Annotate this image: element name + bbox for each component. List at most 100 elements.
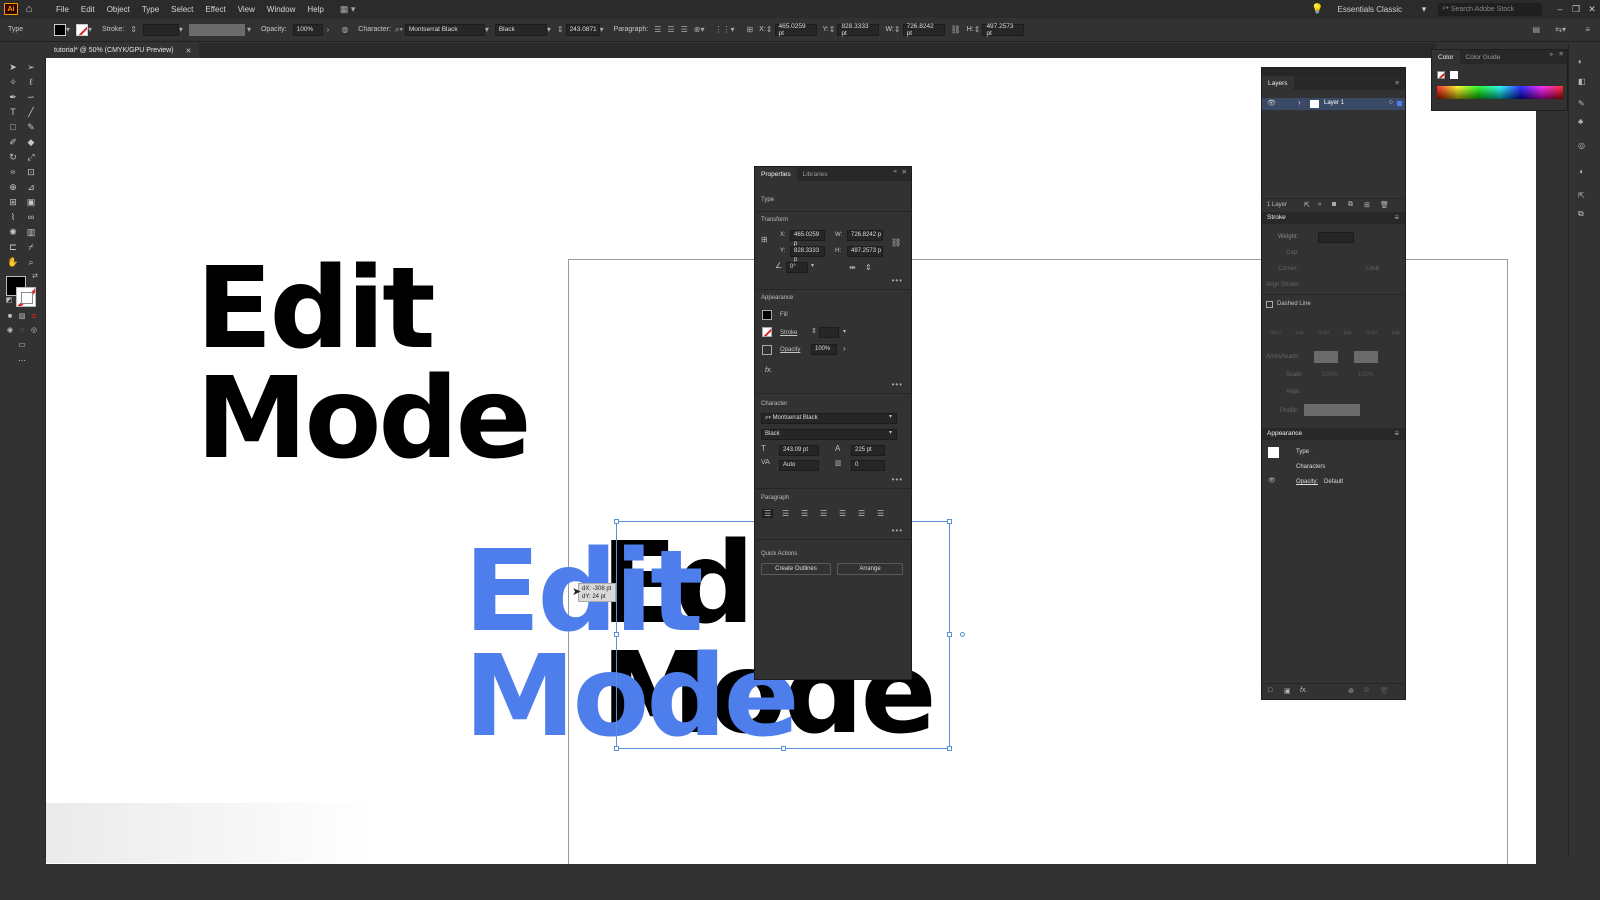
chevron-right-icon[interactable]: › xyxy=(843,344,846,353)
font-style-field[interactable]: Black xyxy=(494,23,547,36)
minimize-icon[interactable]: – xyxy=(1552,4,1568,14)
scale-start-value[interactable]: 100% xyxy=(1322,372,1337,378)
stepper-icon[interactable]: ⇕ xyxy=(130,25,137,34)
font-size-field[interactable]: 243.0871 xyxy=(565,23,600,36)
w-field[interactable]: 726.8242 pt xyxy=(902,23,945,37)
kerning-field[interactable]: Auto xyxy=(779,460,819,471)
tab-color-guide[interactable]: Color Guide xyxy=(1460,50,1507,64)
recolor-icon[interactable]: ◍ xyxy=(341,25,348,34)
arrowhead-end-select[interactable] xyxy=(1354,351,1378,363)
headline-edit-text[interactable]: Edit xyxy=(196,253,436,365)
y-field[interactable]: 828.3333 p xyxy=(790,246,825,263)
collapse-icon[interactable]: » xyxy=(1549,51,1553,58)
stepper-icon[interactable]: ⇕ xyxy=(557,25,564,34)
create-outlines-button[interactable]: Create Outlines xyxy=(761,563,831,575)
h-field[interactable]: 497.2573 pt xyxy=(982,23,1025,37)
scale-end-value[interactable]: 100% xyxy=(1358,372,1373,378)
justify-right-icon[interactable]: ☰ xyxy=(858,509,865,518)
chevron-down-icon[interactable]: ▾ xyxy=(547,25,551,34)
appearance-type-row[interactable]: Type xyxy=(1296,449,1309,455)
menu-icon[interactable]: ≡ xyxy=(1394,429,1399,438)
color-guide-icon[interactable]: ◧ xyxy=(1578,77,1586,86)
scale-tool-icon[interactable]: ⤢ xyxy=(24,151,38,164)
swap-colors-icon[interactable]: ⇄ xyxy=(28,270,42,283)
restore-icon[interactable]: ❐ xyxy=(1568,4,1584,15)
stepper-icon[interactable]: ⇕ xyxy=(894,25,901,34)
delete-icon[interactable]: 🗑 xyxy=(1380,687,1389,695)
opacity-label[interactable]: Opacity xyxy=(780,347,800,353)
eraser-icon[interactable]: ◆ xyxy=(24,136,38,149)
tracking-field[interactable]: 0 xyxy=(851,460,885,471)
tab-properties[interactable]: Properties xyxy=(755,167,797,181)
eye-icon[interactable]: 👁 xyxy=(1267,99,1276,107)
align-left-icon[interactable]: ☰ xyxy=(762,509,774,518)
paintbrush-icon[interactable]: ✎ xyxy=(24,121,38,134)
text-threading-handle[interactable] xyxy=(960,632,965,637)
more-options-icon[interactable]: ••• xyxy=(892,526,903,535)
y-field[interactable]: 828.3333 pt xyxy=(837,23,880,37)
artboards-icon[interactable]: ⧉ xyxy=(1578,209,1584,219)
align-right-icon[interactable]: ☰ xyxy=(801,509,808,518)
align-center-icon[interactable]: ☰ xyxy=(782,509,789,518)
font-size-field[interactable]: 243.09 pt xyxy=(779,445,819,456)
chevron-down-icon[interactable]: ▾ xyxy=(811,262,814,269)
collapse-icon[interactable]: « xyxy=(893,168,897,175)
stepper-icon[interactable]: ⇕ xyxy=(829,25,836,34)
close-icon[interactable]: ✕ xyxy=(1584,4,1600,15)
flip-horizontal-icon[interactable]: ⇹ xyxy=(849,263,856,272)
magic-wand-icon[interactable]: ✧ xyxy=(6,76,20,89)
menu-icon[interactable]: ≡ xyxy=(1559,51,1563,58)
stroke-label[interactable]: Stroke xyxy=(780,330,797,336)
workspace-switcher[interactable]: Essentials Classic xyxy=(1338,5,1402,14)
mesh-tool-icon[interactable]: ⊞ xyxy=(6,196,20,209)
align-objects-icon[interactable]: ⋮⋮▾ xyxy=(714,25,734,34)
tab-layers[interactable]: Layers xyxy=(1262,76,1294,90)
stepper-icon[interactable]: ⇕ xyxy=(974,25,981,34)
profile-select[interactable] xyxy=(1304,404,1360,416)
opacity-field[interactable]: 100% xyxy=(811,344,837,355)
rectangle-tool-icon[interactable]: □ xyxy=(6,121,20,134)
more-options-icon[interactable]: ••• xyxy=(892,276,903,285)
rotate-angle-field[interactable]: 0° xyxy=(786,262,808,273)
slice-tool-icon[interactable]: ⌿ xyxy=(24,241,38,254)
layer-row[interactable]: 👁 › Layer 1 ○ xyxy=(1262,98,1405,110)
appearance-characters-row[interactable]: Characters xyxy=(1296,464,1325,470)
clipping-mask-icon[interactable]: ◙ xyxy=(1332,201,1336,208)
type-tool-icon[interactable]: T xyxy=(6,106,20,119)
chevron-down-icon[interactable]: ▾ xyxy=(889,413,892,420)
resize-handle[interactable] xyxy=(614,632,619,637)
fill-swatch[interactable] xyxy=(762,310,772,320)
gradient-tool-icon[interactable]: ▣ xyxy=(24,196,38,209)
menu-help[interactable]: Help xyxy=(301,5,329,14)
x-field[interactable]: 465.0259 p xyxy=(790,230,825,247)
variable-width-profile[interactable] xyxy=(188,23,245,36)
panel-toggle-icon[interactable]: ▤ xyxy=(1532,25,1540,34)
stroke-weight-field[interactable] xyxy=(819,327,839,338)
menu-icon[interactable]: ≡ xyxy=(1585,25,1590,34)
duplicate-icon[interactable]: ⧉ xyxy=(1364,687,1369,695)
selection-tool-icon[interactable]: ➤ xyxy=(6,61,20,74)
justify-center-icon[interactable]: ☰ xyxy=(839,509,846,518)
white-swatch[interactable] xyxy=(1450,71,1458,79)
rotate-angle-icon[interactable]: ∠ xyxy=(775,261,782,270)
reference-point-icon[interactable]: ⊞ xyxy=(746,25,753,34)
font-style-field[interactable]: Black xyxy=(761,429,897,440)
lightbulb-icon[interactable]: 💡 xyxy=(1311,4,1323,15)
align-center-icon[interactable]: ☰ xyxy=(667,25,674,34)
align-right-icon[interactable]: ☰ xyxy=(681,25,688,34)
shape-builder-icon[interactable]: ⊕ xyxy=(6,181,20,194)
stepper-icon[interactable]: ⇕ xyxy=(811,327,817,335)
symbol-sprayer-icon[interactable]: ✺ xyxy=(6,226,20,239)
close-icon[interactable]: ✕ xyxy=(186,47,192,55)
chevron-down-icon[interactable]: ▾ xyxy=(600,25,604,34)
draw-inside-icon[interactable]: ◎ xyxy=(27,324,41,337)
menu-icon[interactable]: ≡ xyxy=(1395,80,1399,87)
chevron-right-icon[interactable]: › xyxy=(327,25,330,34)
add-stroke-icon[interactable]: □ xyxy=(1268,687,1272,694)
h-field[interactable]: 497.2573 p xyxy=(847,246,883,257)
search-icon[interactable]: ⌕ xyxy=(1318,201,1322,209)
layer-name[interactable]: Layer 1 xyxy=(1324,100,1344,106)
chevron-down-icon[interactable]: ▾ xyxy=(889,429,892,436)
leading-field[interactable]: 225 pt xyxy=(851,445,885,456)
flip-vertical-icon[interactable]: ⇕ xyxy=(865,263,872,272)
